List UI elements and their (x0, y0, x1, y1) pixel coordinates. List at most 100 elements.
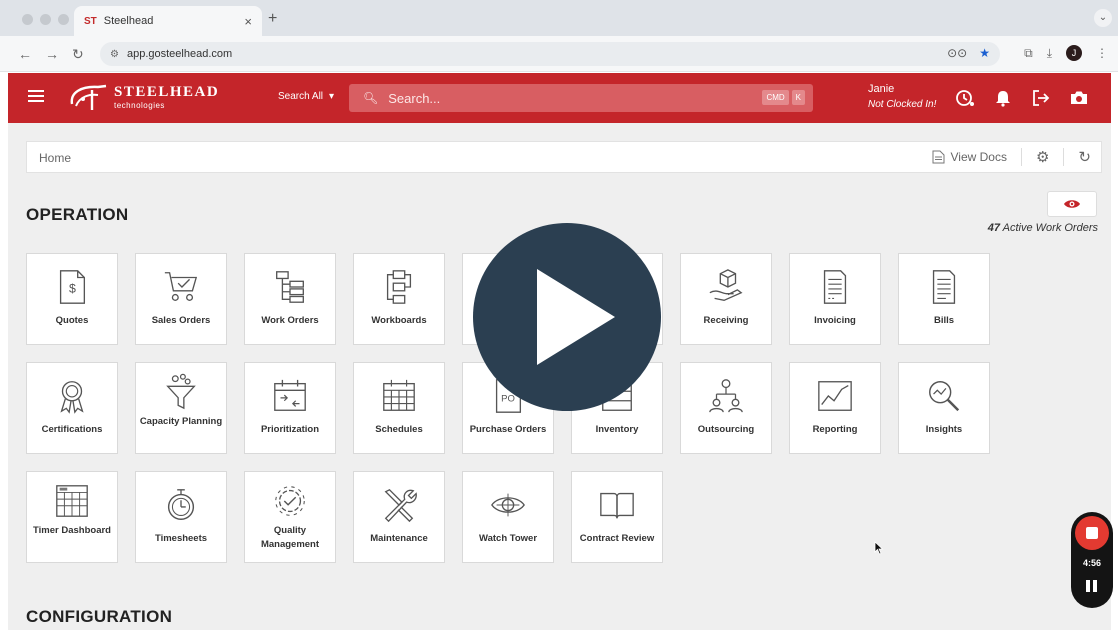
tile-label: Capacity Planning (139, 416, 223, 427)
settings-gear-icon[interactable]: ⚙ (1036, 148, 1049, 166)
bookmark-star-icon[interactable]: ★ (979, 46, 990, 60)
tile-label: Invoicing (814, 315, 856, 326)
user-info[interactable]: Janie Not Clocked In! (868, 82, 936, 112)
search-scope-dropdown[interactable]: Search All ▾ (278, 91, 334, 102)
camera-icon[interactable] (1069, 88, 1089, 108)
tile-label: Outsourcing (697, 424, 755, 435)
brand-name: STEELHEAD (114, 83, 220, 100)
url-field[interactable]: ⚙ app.gosteelhead.com ⊙⊙ ★ (100, 42, 1000, 66)
caret-down-icon: ▾ (329, 91, 335, 102)
reload-icon[interactable]: ↻ (72, 46, 84, 63)
download-icon[interactable]: ⤓ (1047, 46, 1052, 61)
tile-outsourcing[interactable]: Outsourcing (680, 362, 772, 454)
tile-capacity-planning[interactable]: Capacity Planning (135, 362, 227, 454)
tile-label: Quality Management (260, 525, 320, 550)
search-shortcut: CMD K (762, 90, 805, 105)
tab-title: Steelhead (103, 15, 154, 27)
tile-label: Prioritization (260, 424, 320, 435)
tile-watch-tower[interactable]: Watch Tower (462, 471, 554, 563)
extensions-icon[interactable]: ⧉ (1024, 46, 1033, 61)
tile-insights[interactable]: Insights (898, 362, 990, 454)
tile-timesheets[interactable]: Timesheets (135, 471, 227, 563)
tile-label: Insights (925, 424, 963, 435)
refresh-icon[interactable]: ↻ (1078, 148, 1091, 166)
search-input[interactable] (388, 90, 769, 106)
url-text: app.gosteelhead.com (126, 48, 233, 60)
funnel-icon (166, 373, 196, 410)
divider (1063, 148, 1065, 166)
org-chart-icon (709, 379, 743, 413)
tile-quotes[interactable]: $ Quotes (26, 253, 118, 345)
tile-work-orders[interactable]: Work Orders (244, 253, 336, 345)
tile-maintenance[interactable]: Maintenance (353, 471, 445, 563)
notifications-bell-icon[interactable] (993, 88, 1013, 108)
active-work-orders-count: 47 (987, 222, 1000, 234)
hamburger-menu-icon[interactable] (28, 90, 44, 105)
hierarchy-list-icon (276, 271, 304, 303)
tile-label: Quotes (55, 315, 89, 326)
window-controls[interactable] (22, 14, 69, 25)
back-icon[interactable]: ← (18, 46, 32, 62)
tile-schedules[interactable]: Schedules (353, 362, 445, 454)
shortcut-key: K (791, 90, 805, 105)
tile-label: Inventory (595, 424, 639, 435)
breadcrumb-bar: Home View Docs ⚙ ↻ (26, 141, 1102, 173)
browser-tab[interactable]: ST Steelhead × (74, 6, 262, 36)
tile-prioritization[interactable]: Prioritization (244, 362, 336, 454)
tile-label: Maintenance (370, 533, 428, 544)
video-play-button[interactable] (473, 223, 661, 411)
tile-workboards[interactable]: Workboards (353, 253, 445, 345)
view-docs-button[interactable]: View Docs (932, 150, 1007, 164)
tile-label: Schedules (375, 424, 423, 435)
tile-label: Purchase Orders (469, 424, 547, 435)
global-search[interactable]: 🔍︎ CMD K (349, 84, 813, 112)
site-settings-icon[interactable]: ⚙ (110, 49, 119, 60)
configuration-section-title: CONFIGURATION (26, 607, 173, 626)
svg-text:$: $ (69, 282, 76, 296)
forward-icon[interactable]: → (45, 46, 59, 62)
steelhead-logo[interactable]: STEELHEAD technologies (68, 82, 219, 112)
award-ribbon-icon (60, 381, 84, 414)
active-work-orders[interactable]: 47 Active Work Orders (988, 222, 1098, 234)
new-tab-button[interactable]: + (268, 10, 277, 28)
tile-receiving[interactable]: Receiving (680, 253, 772, 345)
browser-menu-icon[interactable]: ⋮ (1096, 46, 1108, 60)
tile-label: Contract Review (579, 533, 655, 544)
tile-quality-management[interactable]: Quality Management (244, 471, 336, 563)
tile-label: Timer Dashboard (33, 525, 111, 536)
tab-close-icon[interactable]: × (244, 14, 252, 29)
bill-icon (932, 270, 956, 304)
tile-certifications[interactable]: Certifications (26, 362, 118, 454)
tab-search-icon[interactable]: ⌄ (1094, 9, 1112, 27)
active-work-orders-label: Active Work Orders (1002, 222, 1098, 234)
toggle-visibility-button[interactable] (1047, 191, 1097, 217)
tile-label: Bills (933, 315, 955, 326)
tile-bills[interactable]: Bills (898, 253, 990, 345)
tile-invoicing[interactable]: Invoicing (789, 253, 881, 345)
time-clock-icon[interactable] (955, 88, 975, 108)
incognito-icon[interactable]: ⊙⊙ (947, 46, 967, 60)
profile-avatar[interactable]: J (1066, 45, 1082, 61)
user-name: Janie (868, 83, 895, 95)
logout-icon[interactable] (1031, 88, 1051, 108)
tile-label: Receiving (703, 315, 749, 326)
stopwatch-icon (167, 489, 195, 520)
play-icon (537, 269, 615, 365)
divider (1020, 148, 1022, 166)
gear-check-icon (275, 486, 305, 516)
stop-recording-button[interactable] (1075, 516, 1109, 550)
clock-status: Not Clocked In! (868, 99, 937, 110)
tile-timer-dashboard[interactable]: Timer Dashboard (26, 471, 118, 563)
magnifier-icon (929, 381, 960, 412)
operation-section-title: OPERATION (26, 205, 129, 224)
box-hand-icon (709, 269, 743, 301)
tile-label: Timesheets (154, 533, 208, 544)
tile-sales-orders[interactable]: Sales Orders (135, 253, 227, 345)
calendar-arrows-icon (274, 379, 306, 411)
tile-reporting[interactable]: Reporting (789, 362, 881, 454)
wrench-screwdriver-icon (384, 488, 417, 523)
pause-recording-icon[interactable] (1086, 580, 1097, 592)
stop-icon (1086, 527, 1098, 539)
breadcrumb-home[interactable]: Home (39, 151, 71, 165)
tile-contract-review[interactable]: Contract Review (571, 471, 663, 563)
